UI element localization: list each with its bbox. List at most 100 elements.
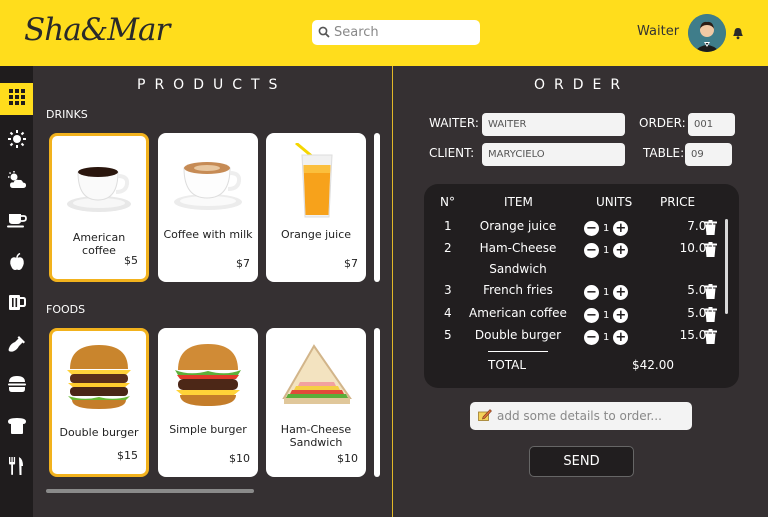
minus-icon[interactable]: − bbox=[584, 221, 599, 236]
trash-icon[interactable] bbox=[704, 307, 717, 325]
order-panel: ORDER WAITER: WAITER ORDER: 001 CLIENT: … bbox=[394, 66, 768, 517]
search-box[interactable] bbox=[312, 20, 480, 45]
foods-section-label: FOODS bbox=[46, 303, 86, 316]
product-price: $5 bbox=[124, 254, 138, 267]
product-card-double-burger[interactable]: Double burger $15 bbox=[49, 328, 149, 477]
units-stepper: − 1 + bbox=[584, 285, 629, 300]
order-details-placeholder: add some details to order... bbox=[497, 409, 662, 423]
order-field-label: ORDER: bbox=[639, 116, 686, 130]
search-icon bbox=[318, 23, 330, 42]
row-item: Double burger bbox=[474, 328, 562, 342]
sidebar-item-beer[interactable] bbox=[0, 288, 33, 320]
category-sidebar bbox=[0, 66, 33, 517]
sidebar-item-breakfast[interactable] bbox=[0, 125, 33, 157]
utensils-icon bbox=[8, 457, 25, 479]
burger-icon bbox=[7, 376, 26, 396]
minus-icon[interactable]: − bbox=[584, 308, 599, 323]
minus-icon[interactable]: − bbox=[584, 330, 599, 345]
order-table-scrollbar[interactable] bbox=[725, 219, 728, 314]
trash-icon[interactable] bbox=[704, 284, 717, 302]
apple-icon bbox=[9, 252, 25, 275]
top-bar: Sha&Mar Waiter bbox=[0, 0, 768, 66]
trash-icon[interactable] bbox=[704, 329, 717, 347]
minus-icon[interactable]: − bbox=[584, 285, 599, 300]
table-number-field[interactable]: 09 bbox=[685, 143, 732, 166]
orange-juice-image bbox=[266, 141, 366, 221]
product-price: $10 bbox=[337, 452, 358, 465]
product-name: Orange juice bbox=[280, 228, 352, 241]
pencil-note-icon bbox=[478, 408, 492, 424]
order-number-field[interactable]: 001 bbox=[688, 113, 735, 136]
sidebar-item-wine[interactable] bbox=[0, 330, 33, 362]
product-price: $15 bbox=[117, 449, 138, 462]
row-quantity: 1 bbox=[603, 310, 610, 321]
sidebar-item-afternoon[interactable] bbox=[0, 166, 33, 198]
minus-icon[interactable]: − bbox=[584, 243, 599, 258]
bread-icon bbox=[7, 418, 26, 438]
order-details-field[interactable]: add some details to order... bbox=[470, 402, 692, 430]
sun-icon bbox=[7, 130, 26, 152]
units-stepper: − 1 + bbox=[584, 308, 629, 323]
wine-bottle-icon bbox=[8, 335, 26, 357]
american-coffee-image bbox=[52, 144, 146, 224]
plus-icon[interactable]: + bbox=[613, 330, 629, 345]
trash-icon[interactable] bbox=[704, 220, 717, 238]
send-button[interactable]: SEND bbox=[529, 446, 634, 477]
ham-cheese-sandwich-image bbox=[266, 336, 366, 416]
client-field-label: CLIENT: bbox=[429, 146, 475, 160]
avatar[interactable] bbox=[688, 14, 726, 52]
row-item: American coffee bbox=[469, 306, 567, 320]
total-label: TOTAL bbox=[488, 358, 527, 372]
row-number: 3 bbox=[444, 283, 452, 297]
order-table: N° ITEM UNITS PRICE 1 Orange juice − 1 +… bbox=[424, 184, 739, 388]
total-divider bbox=[488, 351, 548, 352]
app-logo[interactable]: Sha&Mar bbox=[24, 12, 170, 48]
sidebar-item-fruits[interactable] bbox=[0, 248, 33, 280]
products-panel: PRODUCTS DRINKS American coffee $5 Coffe… bbox=[33, 66, 393, 517]
units-stepper: − 1 + bbox=[584, 243, 629, 258]
row-number: 2 bbox=[444, 241, 452, 255]
column-header-item: ITEM bbox=[504, 195, 533, 209]
product-card-simple-burger[interactable]: Simple burger $10 bbox=[158, 328, 258, 477]
row-quantity: 1 bbox=[603, 332, 610, 343]
grid-icon bbox=[8, 89, 25, 109]
row-item: French fries bbox=[483, 283, 553, 297]
client-field[interactable]: MARYCIELO bbox=[482, 143, 625, 166]
product-price: $7 bbox=[344, 257, 358, 270]
sidebar-item-coffee[interactable] bbox=[0, 206, 33, 238]
row-number: 5 bbox=[444, 328, 452, 342]
trash-icon[interactable] bbox=[704, 242, 717, 260]
row-number: 4 bbox=[444, 306, 452, 320]
search-input[interactable] bbox=[334, 25, 474, 40]
sidebar-item-bread[interactable] bbox=[0, 412, 33, 444]
product-name: Ham-Cheese Sandwich bbox=[280, 423, 352, 449]
plus-icon[interactable]: + bbox=[613, 308, 629, 323]
plus-icon[interactable]: + bbox=[613, 221, 629, 236]
product-card-partial[interactable] bbox=[374, 328, 380, 477]
plus-icon[interactable]: + bbox=[613, 285, 629, 300]
coffee-with-milk-image bbox=[158, 141, 258, 221]
units-stepper: − 1 + bbox=[584, 221, 629, 236]
drinks-section-label: DRINKS bbox=[46, 108, 88, 121]
table-field-label: TABLE: bbox=[643, 146, 685, 160]
row-quantity: 1 bbox=[603, 223, 610, 234]
coffee-cup-icon bbox=[6, 212, 27, 232]
product-card-orange-juice[interactable]: Orange juice $7 bbox=[266, 133, 366, 282]
product-card-coffee-with-milk[interactable]: Coffee with milk $7 bbox=[158, 133, 258, 282]
products-scrollbar[interactable] bbox=[46, 489, 254, 493]
waiter-field[interactable]: WAITER bbox=[482, 113, 625, 136]
sidebar-item-all[interactable] bbox=[0, 83, 33, 115]
column-header-number: N° bbox=[440, 195, 455, 209]
product-card-american-coffee[interactable]: American coffee $5 bbox=[49, 133, 149, 282]
product-card-partial[interactable] bbox=[374, 133, 380, 282]
plus-icon[interactable]: + bbox=[613, 243, 629, 258]
row-quantity: 1 bbox=[603, 287, 610, 298]
row-item: Orange juice bbox=[479, 219, 557, 233]
row-number: 1 bbox=[444, 219, 452, 233]
product-card-ham-cheese-sandwich[interactable]: Ham-Cheese Sandwich $10 bbox=[266, 328, 366, 477]
waiter-field-label: WAITER: bbox=[429, 116, 479, 130]
sidebar-item-burgers[interactable] bbox=[0, 370, 33, 402]
sidebar-item-meals[interactable] bbox=[0, 452, 33, 484]
cloud-sun-icon bbox=[7, 171, 27, 193]
bell-icon[interactable] bbox=[732, 25, 744, 44]
